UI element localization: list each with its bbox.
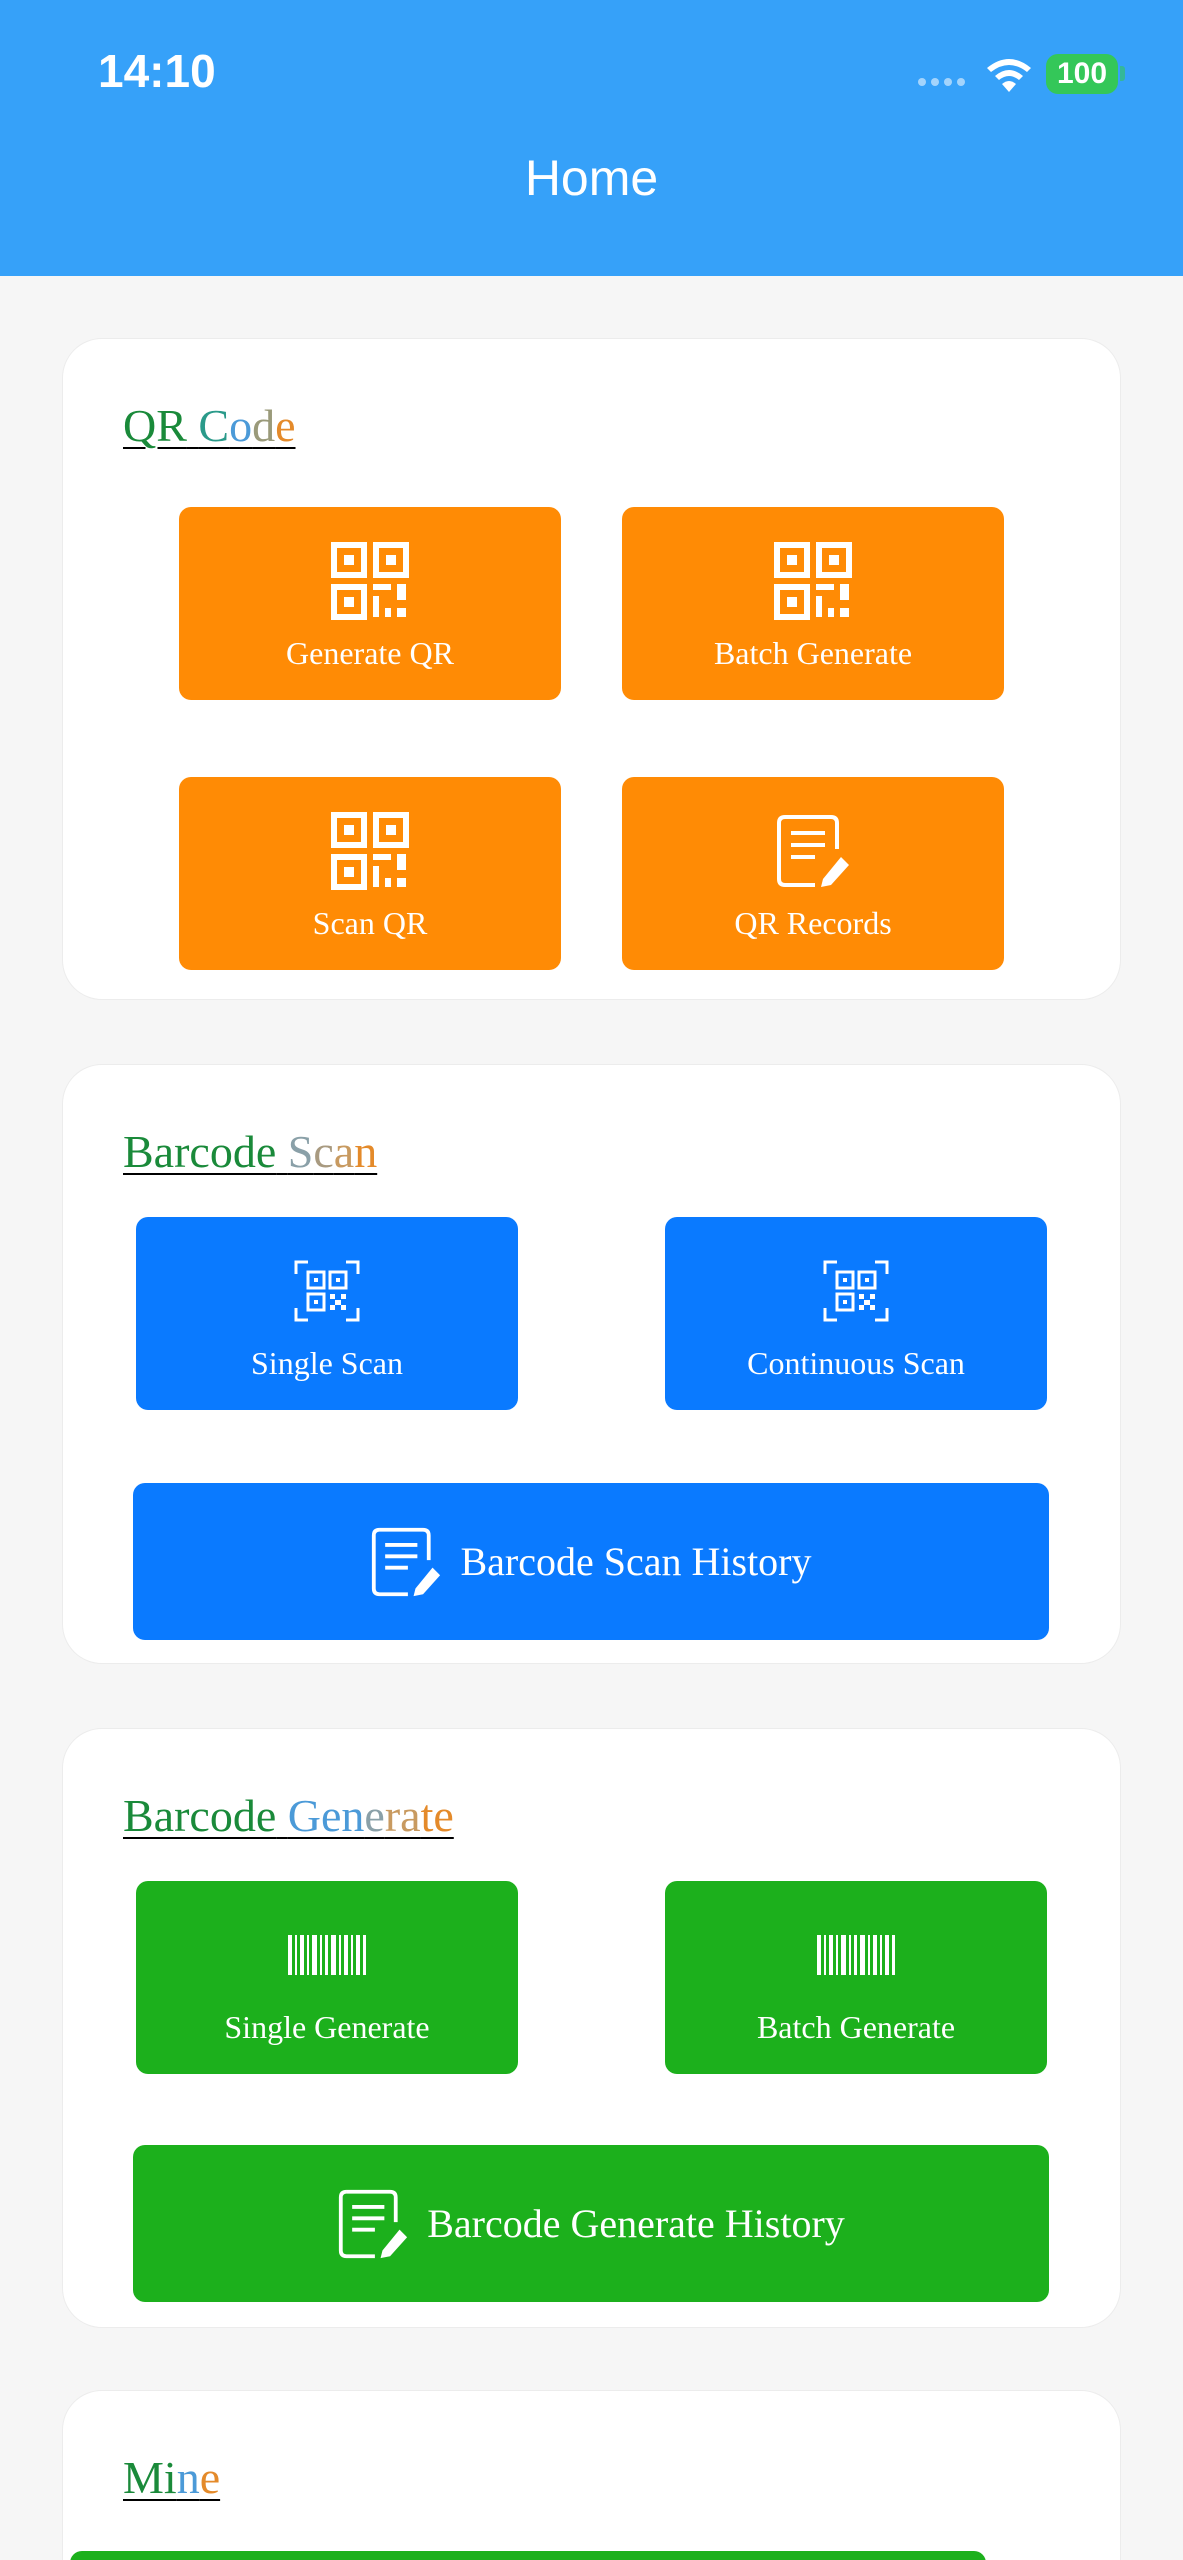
tile-label: Single Scan [251,1345,403,1381]
tile-label: Generate QR [286,635,454,671]
barcode-generate-history-button[interactable]: Barcode Generate History [133,2145,1049,2302]
qr-records-button[interactable]: QR Records [622,777,1004,970]
tile-label: Single Generate [224,2009,430,2045]
tile-label: QR Records [734,905,892,941]
title-part: Barcode [123,1790,277,1841]
scan-qr-button[interactable]: Scan QR [179,777,561,970]
title-part [276,1790,288,1841]
title-part: e [275,400,296,451]
single-scan-button[interactable]: Single Scan [136,1217,518,1410]
wide-button-label: Barcode Generate History [427,2201,845,2246]
batch-generate-barcode-button[interactable]: Batch Generate [665,1881,1047,2074]
title-part: te [420,1790,454,1841]
title-part: Barcode [123,1126,277,1177]
title-part: Gen [287,1790,365,1841]
barcode-icon [817,1935,895,1975]
tile-label: Continuous Scan [747,1345,965,1381]
barcode-scan-history-button[interactable]: Barcode Scan History [133,1483,1049,1640]
battery-nub [1120,66,1125,81]
wide-button-label: Barcode Scan History [460,1539,812,1584]
document-edit-icon [339,2189,408,2258]
app-header: 14:10 100 Home [0,0,1183,276]
page-title: Home [524,150,659,206]
continuous-scan-button[interactable]: Continuous Scan [665,1217,1047,1410]
qr-scan-icon [823,1260,889,1322]
mine-card: Mine [62,2390,1121,2560]
title-part: Mi [123,2452,177,2503]
title-part: o [229,400,253,451]
tile-label: Batch Generate [713,635,913,671]
document-edit-icon [777,815,849,887]
title-part: e [199,2452,221,2503]
title-part: a [333,1126,355,1177]
qr-code-card: QR Code Generate QR Batch Generate Scan … [62,338,1121,1000]
batch-generate-qr-button[interactable]: Batch Generate [622,507,1004,700]
qr-scan-icon [294,1260,360,1322]
qr-code-section-title: QR Code [123,399,296,452]
single-generate-button[interactable]: Single Generate [136,1881,518,2074]
title-part: e [364,1790,385,1841]
title-part: C [198,400,230,451]
title-part: S [287,1126,314,1177]
wifi-icon [987,59,1031,92]
barcode-scan-section-title: Barcode Scan [123,1125,377,1178]
qr-code-icon [774,542,852,620]
title-part: d [252,400,276,451]
title-part: ra [384,1790,421,1841]
title-part: QR [123,400,187,451]
mine-first-button[interactable] [70,2551,986,2560]
barcode-icon [288,1935,366,1975]
tile-label: Batch Generate [756,2009,956,2045]
tile-label: Scan QR [312,905,428,941]
document-edit-icon [372,1527,441,1596]
title-part [276,1126,288,1177]
barcode-generate-section-title: Barcode Generate [123,1789,454,1842]
cellular-signal-icon [918,78,965,86]
barcode-generate-card: Barcode Generate Single Generate Batch G… [62,1728,1121,2328]
battery-indicator: 100 [1046,54,1118,94]
qr-code-icon [331,542,409,620]
barcode-scan-card: Barcode Scan Single Scan Continuous Scan [62,1064,1121,1664]
title-part: c [313,1126,334,1177]
title-part: n [354,1126,378,1177]
title-part [187,400,199,451]
qr-code-icon [331,812,409,890]
mine-section-title: Mine [123,2451,220,2504]
status-time: 14:10 [98,45,216,97]
generate-qr-button[interactable]: Generate QR [179,507,561,700]
title-part: n [176,2452,200,2503]
